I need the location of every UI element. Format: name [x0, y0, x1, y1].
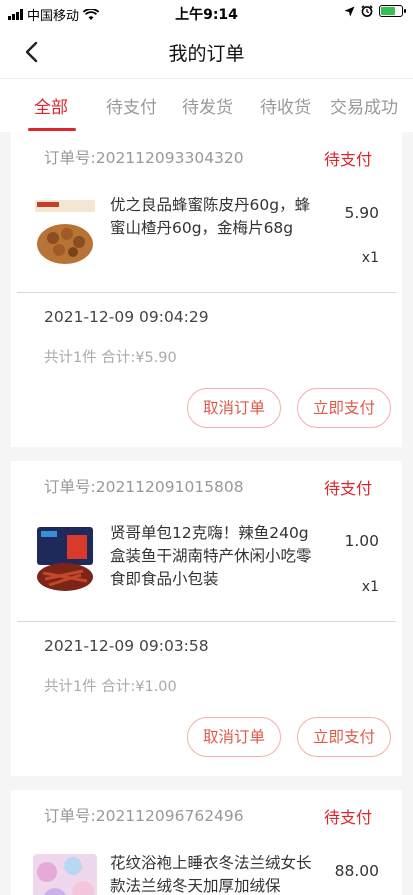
tab-completed[interactable]: 交易成功: [330, 93, 398, 118]
pay-now-button[interactable]: 立即支付: [297, 388, 391, 428]
alarm-icon: [361, 5, 373, 17]
order-total: 共计1件 合计:¥5.90: [44, 350, 177, 366]
order-card[interactable]: 订单号:202112096762496 待支付 花纹浴袍上睡衣冬法兰绒女长款法兰…: [11, 790, 402, 895]
divider: [17, 621, 396, 622]
product-name[interactable]: 花纹浴袍上睡衣冬法兰绒女长款法兰绒冬天加厚加绒保: [110, 852, 320, 895]
tab-pending-receipt[interactable]: 待收货: [260, 93, 311, 118]
order-tabs: 全部 待支付 待发货 待收货 交易成功: [0, 78, 413, 132]
order-status: 待支付: [323, 150, 372, 169]
cancel-order-button[interactable]: 取消订单: [187, 388, 281, 428]
tab-pending-shipment[interactable]: 待发货: [182, 93, 233, 118]
active-tab-indicator: [28, 128, 76, 131]
page-title: 我的订单: [168, 43, 245, 65]
order-card[interactable]: 订单号:202112091015808 待支付 贤哥单包12克嗨！辣鱼240g盒…: [11, 461, 402, 776]
divider: [17, 292, 396, 293]
order-time: 2021-12-09 09:04:29: [44, 308, 209, 326]
product-price: 5.90: [344, 204, 379, 222]
location-icon: [344, 6, 355, 16]
order-card[interactable]: 订单号:202112093304320 待支付 优之良品蜂蜜陈皮丹60g，蜂蜜山…: [11, 132, 402, 447]
product-quantity: x1: [361, 579, 379, 595]
product-price: 88.00: [334, 862, 379, 880]
product-quantity: x1: [361, 250, 379, 266]
order-status: 待支付: [323, 808, 372, 827]
order-number: 订单号:202112091015808: [44, 478, 244, 496]
status-bar: 中国移动 上午9:14: [0, 0, 413, 26]
tab-pending-payment[interactable]: 待支付: [106, 93, 157, 118]
order-list: 订单号:202112093304320 待支付 优之良品蜂蜜陈皮丹60g，蜂蜜山…: [0, 132, 413, 895]
tab-all[interactable]: 全部: [34, 93, 68, 118]
navigation-bar: 我的订单: [0, 26, 413, 78]
battery-icon: [379, 5, 406, 17]
order-time: 2021-12-09 09:03:58: [44, 637, 209, 655]
product-image[interactable]: [33, 196, 97, 268]
cancel-order-button[interactable]: 取消订单: [187, 717, 281, 757]
product-image[interactable]: [33, 523, 97, 595]
order-total: 共计1件 合计:¥1.00: [44, 679, 177, 695]
product-price: 1.00: [344, 532, 379, 550]
order-number: 订单号:202112093304320: [44, 149, 244, 167]
product-name[interactable]: 优之良品蜂蜜陈皮丹60g，蜂蜜山楂丹60g，金梅片68g: [110, 194, 320, 240]
product-image[interactable]: [33, 854, 97, 895]
product-name[interactable]: 贤哥单包12克嗨！辣鱼240g盒装鱼干湖南特产休闲小吃零食即食品小包装: [110, 522, 320, 591]
order-number: 订单号:202112096762496: [44, 807, 244, 825]
order-status: 待支付: [323, 479, 372, 498]
pay-now-button[interactable]: 立即支付: [297, 717, 391, 757]
